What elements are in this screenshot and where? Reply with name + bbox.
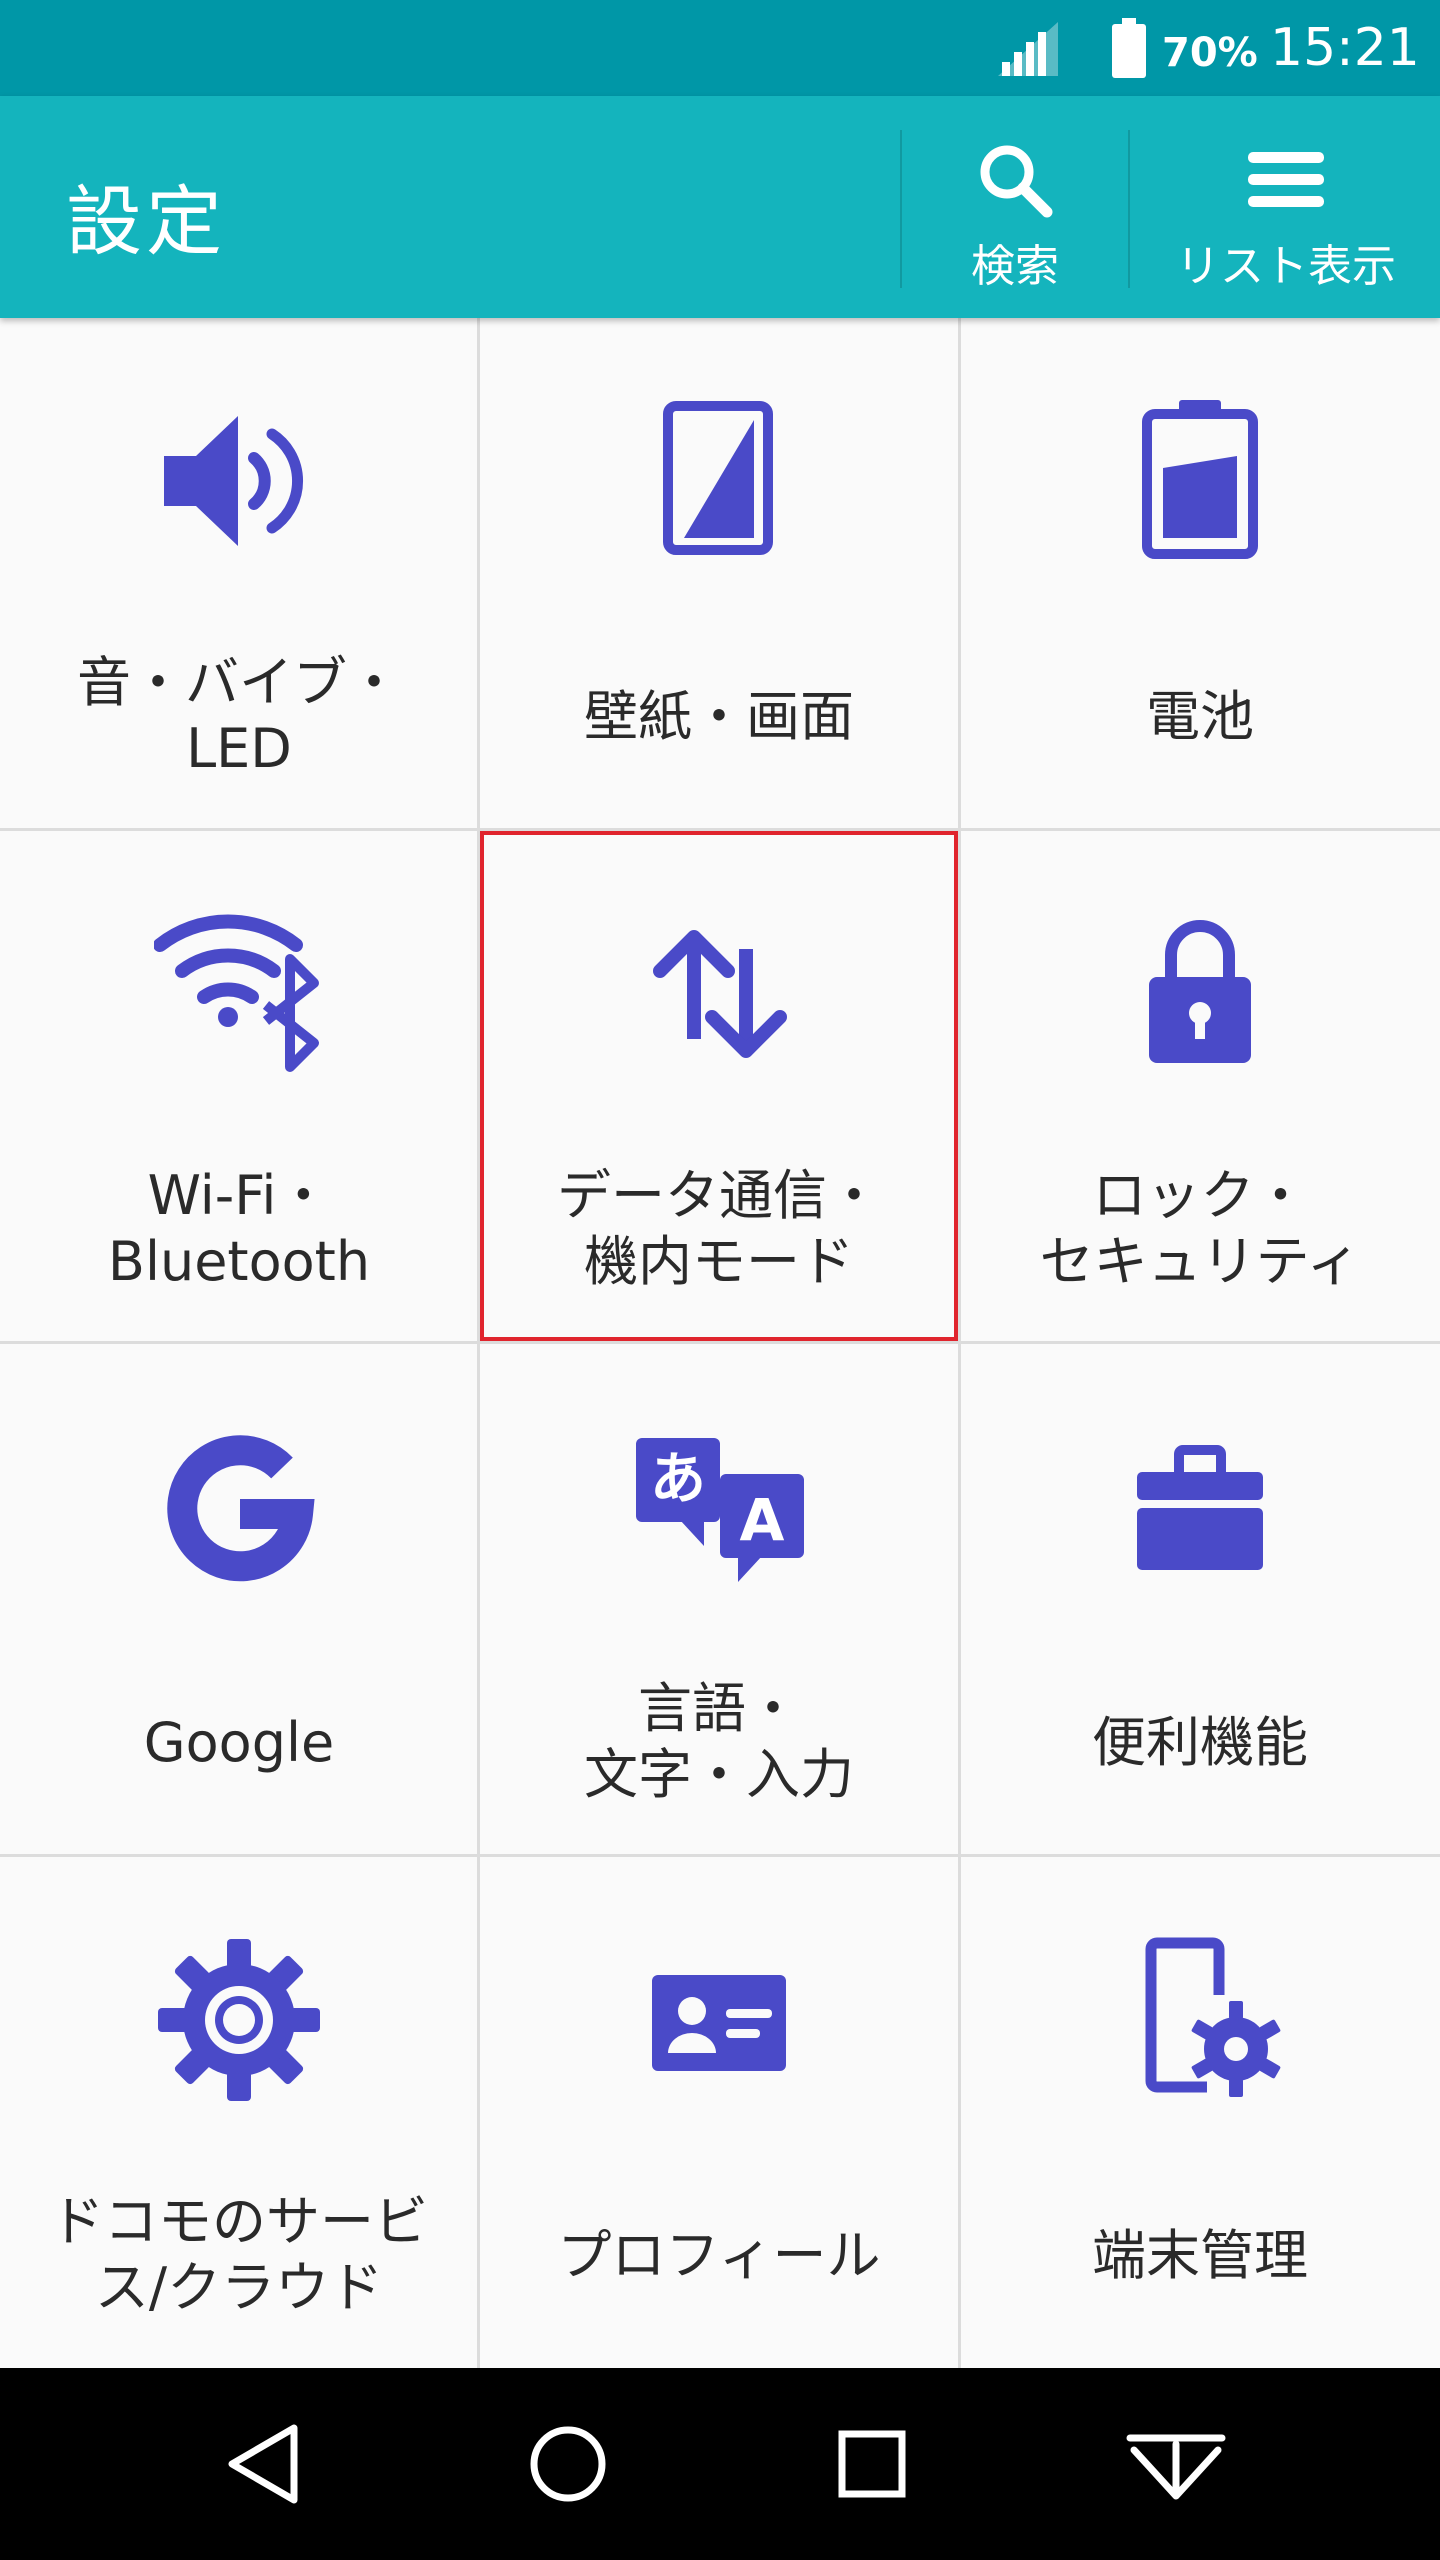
device-settings-icon [1145,1937,1281,2097]
page-title: 設定 [66,177,226,266]
tile-label: データ通信・ 機内モード [557,1164,881,1293]
tile-convenient-features[interactable]: 便利機能 [961,1344,1439,1854]
wifi-bluetooth-icon [154,914,319,1072]
battery-icon [1142,400,1258,559]
tile-label: Wi-Fi・ Bluetooth [107,1164,371,1293]
tile-label: 電池 [1146,685,1254,748]
search-label: 検索 [971,241,1059,292]
tile-label: ドコモのサービ ス/クラウド [50,2190,428,2319]
settings-grid: 音・バイブ・ LED 壁紙・画面 電池 Wi-Fi・ Bluetooth データ… [0,318,1440,2368]
google-icon [167,1435,315,1582]
list-view-icon [1248,152,1324,207]
back-icon[interactable] [214,2414,314,2514]
notification-pulldown-icon[interactable] [1126,2414,1226,2514]
profile-card-icon [652,1975,786,2071]
tile-lock-security[interactable]: ロック・ セキュリティ [961,831,1439,1341]
wallpaper-screen-icon [663,401,773,555]
tile-battery[interactable]: 電池 [961,318,1439,828]
tile-docomo-services[interactable]: ドコモのサービ ス/クラウド [0,1857,478,2367]
list-view-label: リスト表示 [1176,241,1396,292]
divider [900,130,902,288]
home-icon[interactable] [518,2414,618,2514]
app-bar: 設定 検索 リスト表示 [0,96,1440,318]
tile-wallpaper-screen[interactable]: 壁紙・画面 [480,318,958,828]
data-transfer-icon [653,930,787,1058]
tile-data-airplane[interactable]: データ通信・ 機内モード [480,831,958,1341]
recents-icon[interactable] [822,2414,922,2514]
navigation-bar [0,2368,1440,2560]
svg-text:あ: あ [650,1447,706,1512]
tile-label: 言語・ 文字・入力 [584,1677,854,1806]
battery-status-icon [1112,18,1146,78]
tile-label: プロフィール [557,2224,881,2287]
divider [1128,130,1130,288]
tile-label: Google [143,1711,335,1774]
tile-sound[interactable]: 音・バイブ・ LED [0,318,478,828]
lock-icon [1149,920,1251,1063]
tile-google[interactable]: Google [0,1344,478,1854]
language-icon: あ A [636,1438,804,1582]
clock: 15:21 [1270,18,1420,78]
signal-icon [998,22,1058,76]
status-bar: 70% 15:21 [0,0,1440,96]
list-view-button[interactable]: リスト表示 [1132,96,1440,318]
svg-text:A: A [740,1486,785,1554]
volume-icon [164,416,304,546]
tile-label: ロック・ セキュリティ [1039,1164,1361,1293]
tile-device-management[interactable]: 端末管理 [961,1857,1439,2367]
search-button[interactable]: 検索 [904,96,1126,318]
tile-label: 端末管理 [1092,2224,1308,2287]
tile-label: 便利機能 [1092,1711,1308,1774]
tile-language-input[interactable]: あ A 言語・ 文字・入力 [480,1344,958,1854]
tile-label: 音・バイブ・ LED [77,651,401,780]
tile-wifi-bluetooth[interactable]: Wi-Fi・ Bluetooth [0,831,478,1341]
tile-label: 壁紙・画面 [584,685,854,748]
search-icon [980,145,1053,218]
tile-profile[interactable]: プロフィール [480,1857,958,2367]
toolbox-icon [1137,1445,1263,1570]
battery-percent: 70% [1162,30,1258,76]
gear-icon [158,1939,320,2101]
